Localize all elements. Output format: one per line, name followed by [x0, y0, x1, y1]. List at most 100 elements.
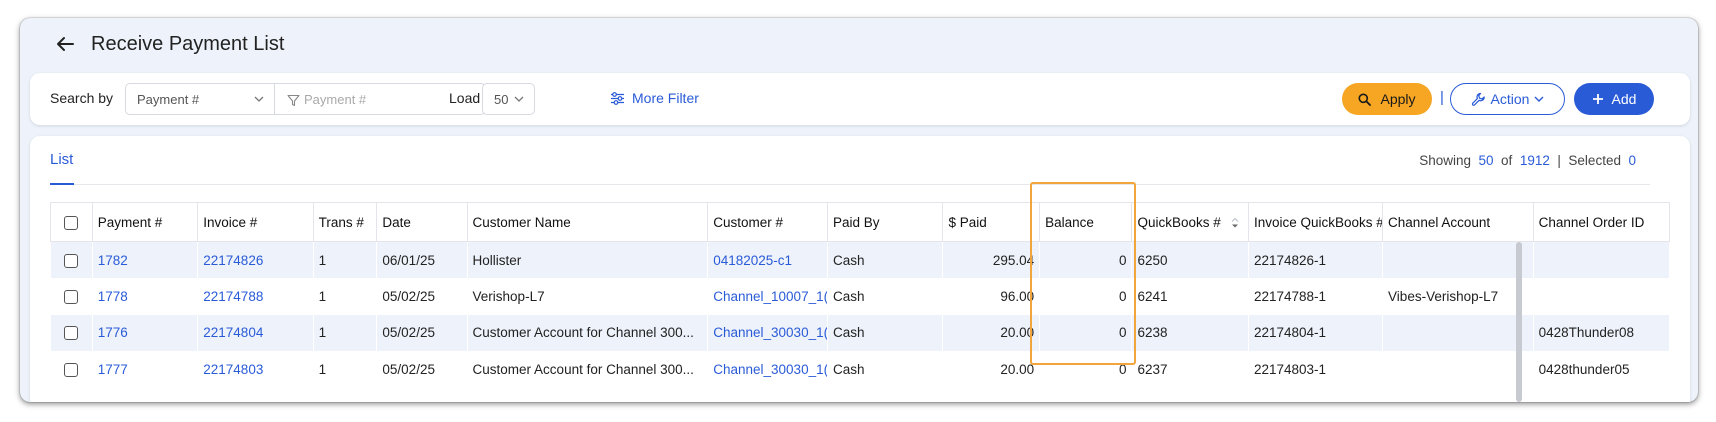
- invoice-quickbooks-cell: 22174826-1: [1248, 241, 1383, 278]
- invoice-link[interactable]: 22174826: [197, 241, 314, 278]
- app-window: Receive Payment List Search by Payment #…: [20, 18, 1698, 402]
- col-quickbooks[interactable]: QuickBooks #: [1131, 202, 1249, 242]
- trans-cell: 1: [313, 351, 377, 388]
- quickbooks-cell: 6238: [1131, 314, 1249, 351]
- showing-summary: Showing 50 of 1912 | Selected 0: [1419, 153, 1636, 168]
- tab-list[interactable]: List: [50, 151, 73, 173]
- table-row[interactable]: 1777 22174803 1 05/02/25 Customer Accoun…: [50, 351, 1670, 388]
- channel-order-id-cell: [1533, 278, 1670, 315]
- plus-icon: [1592, 94, 1603, 104]
- date-cell: 05/02/25: [376, 314, 468, 351]
- col-invoice-quickbooks[interactable]: Invoice QuickBooks #: [1247, 202, 1384, 242]
- row-checkbox[interactable]: [64, 326, 79, 341]
- balance-cell: 0: [1039, 278, 1132, 315]
- table-row[interactable]: 1776 22174804 1 05/02/25 Customer Accoun…: [50, 314, 1670, 351]
- customer-no-link[interactable]: Channel_30030_1(: [707, 314, 828, 351]
- trans-cell: 1: [313, 314, 377, 351]
- col-date[interactable]: Date: [376, 202, 468, 242]
- balance-cell: 0: [1039, 314, 1132, 351]
- quickbooks-cell: 6237: [1131, 351, 1249, 388]
- customer-no-link[interactable]: Channel_10007_1(: [707, 278, 828, 315]
- tab-active-indicator: [50, 183, 74, 185]
- channel-order-id-cell: [1533, 241, 1670, 278]
- channel-order-id-cell: 0428thunder05: [1533, 351, 1670, 388]
- row-select-cell: [50, 351, 93, 388]
- channel-account-cell: [1382, 314, 1534, 351]
- col-quickbooks-label: QuickBooks #: [1137, 214, 1221, 230]
- sort-icon[interactable]: [1231, 217, 1239, 229]
- invoice-link[interactable]: 22174804: [197, 314, 314, 351]
- col-paid[interactable]: $ Paid: [942, 202, 1041, 242]
- customer-no-link[interactable]: 04182025-c1: [707, 241, 828, 278]
- list-panel: List Showing 50 of 1912 | Selected 0 Pay…: [30, 136, 1690, 402]
- col-channel-order-id[interactable]: Channel Order ID: [1532, 202, 1671, 242]
- filter-funnel-icon: [287, 94, 300, 107]
- table-header-row: Payment # Invoice # Trans # Date Custome…: [50, 202, 1671, 242]
- select-all-checkbox[interactable]: [64, 215, 79, 230]
- load-select[interactable]: 50: [482, 83, 535, 115]
- showing-label: Showing: [1419, 153, 1471, 168]
- row-checkbox[interactable]: [64, 362, 79, 377]
- apply-button[interactable]: Apply: [1342, 83, 1432, 115]
- paid-cell: 96.00: [942, 278, 1040, 315]
- table-row[interactable]: 1782 22174826 1 06/01/25 Hollister 04182…: [50, 241, 1670, 278]
- col-invoice[interactable]: Invoice #: [197, 202, 314, 242]
- paid-by-cell: Cash: [827, 314, 943, 351]
- col-customer-no[interactable]: Customer #: [707, 202, 829, 242]
- add-button[interactable]: Add: [1574, 83, 1654, 115]
- payment-link[interactable]: 1782: [92, 241, 198, 278]
- quickbooks-cell: 6241: [1131, 278, 1249, 315]
- invoice-quickbooks-cell: 22174788-1: [1248, 278, 1383, 315]
- invoice-quickbooks-cell: 22174804-1: [1248, 314, 1383, 351]
- action-dropdown-button[interactable]: Action: [1450, 83, 1565, 115]
- more-filter-button[interactable]: More Filter: [610, 90, 699, 106]
- payments-table: Payment # Invoice # Trans # Date Custome…: [50, 202, 1671, 402]
- table-row[interactable]: 1778 22174788 1 05/02/25 Verishop-L7 Cha…: [50, 278, 1670, 315]
- tab-divider: [50, 184, 1650, 185]
- of-label: of: [1501, 153, 1513, 168]
- row-select-cell: [50, 241, 93, 278]
- col-balance[interactable]: Balance: [1039, 202, 1133, 242]
- col-customer-name[interactable]: Customer Name: [466, 202, 709, 242]
- more-filter-label: More Filter: [632, 90, 699, 106]
- col-trans[interactable]: Trans #: [312, 202, 378, 242]
- balance-cell: 0: [1039, 351, 1132, 388]
- paid-cell: 20.00: [942, 351, 1040, 388]
- filter-bar: Search by Payment # Load 50 More Filter: [30, 73, 1690, 125]
- wrench-icon: [1471, 92, 1485, 106]
- col-channel-account[interactable]: Channel Account: [1382, 202, 1534, 242]
- table-scrollbar[interactable]: [1516, 242, 1522, 402]
- customer-no-link[interactable]: Channel_30030_1(: [707, 351, 828, 388]
- chevron-down-icon: [1534, 96, 1544, 102]
- customer-name-cell: Hollister: [467, 241, 708, 278]
- invoice-link[interactable]: 22174788: [197, 278, 314, 315]
- page-title: Receive Payment List: [91, 33, 285, 55]
- date-cell: 06/01/25: [376, 241, 468, 278]
- row-checkbox[interactable]: [64, 253, 79, 268]
- summary-divider: |: [1557, 153, 1561, 168]
- col-payment[interactable]: Payment #: [91, 202, 199, 242]
- total-count: 1912: [1519, 153, 1550, 168]
- back-arrow-icon[interactable]: [55, 36, 75, 52]
- invoice-quickbooks-cell: 22174803-1: [1248, 351, 1383, 388]
- paid-by-cell: Cash: [827, 351, 943, 388]
- select-all-cell: [50, 202, 93, 242]
- paid-cell: 295.04: [942, 241, 1040, 278]
- search-icon: [1358, 93, 1372, 106]
- divider: |: [1440, 89, 1444, 106]
- payment-link[interactable]: 1778: [92, 278, 198, 315]
- col-paid-by[interactable]: Paid By: [827, 202, 944, 242]
- payment-link[interactable]: 1777: [92, 351, 198, 388]
- payment-link[interactable]: 1776: [92, 314, 198, 351]
- apply-label: Apply: [1380, 91, 1416, 107]
- row-select-cell: [50, 278, 93, 315]
- search-by-select[interactable]: Payment #: [125, 83, 275, 115]
- showing-count: 50: [1478, 153, 1494, 168]
- selected-count: 0: [1628, 153, 1636, 168]
- invoice-link[interactable]: 22174803: [197, 351, 314, 388]
- paid-by-cell: Cash: [827, 278, 943, 315]
- load-label: Load: [449, 90, 481, 106]
- date-cell: 05/02/25: [376, 278, 468, 315]
- row-checkbox[interactable]: [64, 289, 79, 304]
- balance-cell: 0: [1039, 241, 1132, 278]
